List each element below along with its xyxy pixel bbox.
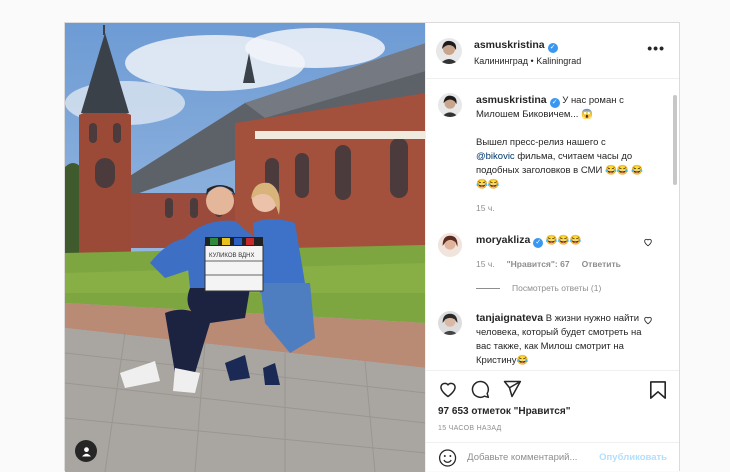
author-avatar[interactable] <box>436 37 462 64</box>
more-icon[interactable]: ••• <box>647 41 665 55</box>
caption-emoji-2: 😂😂 <box>604 165 629 176</box>
user-tag-button[interactable] <box>75 440 97 462</box>
header-names: asmuskristina ✓ Калининград • Kaliningrad <box>474 35 581 66</box>
instagram-post: КУЛИКОВ ВДНХ asmuskristina ✓ Калининград… <box>64 22 680 472</box>
share-icon[interactable] <box>502 379 522 399</box>
comment-time[interactable]: 15 ч. <box>476 257 495 271</box>
scrollbar[interactable] <box>673 95 677 185</box>
caption-time[interactable]: 15 ч. <box>476 201 495 215</box>
mention-link[interactable]: @bikovic <box>476 151 515 162</box>
publish-button[interactable]: Опубликовать <box>599 452 667 463</box>
comments-panel[interactable]: asmuskristina ✓ У нас роман с Милошем Бик… <box>426 79 679 370</box>
comment-avatar[interactable] <box>438 233 462 257</box>
caption-emoji-1: 😱 <box>581 109 593 120</box>
comment-username[interactable]: moryakliza <box>476 234 530 246</box>
author-username[interactable]: asmuskristina <box>474 39 545 51</box>
likes-count[interactable]: 97 653 отметок "Нравится" <box>426 406 679 417</box>
post-sidebar: asmuskristina ✓ Калининград • Kaliningrad… <box>425 23 679 472</box>
comment-avatar[interactable] <box>438 311 462 335</box>
comment-body: tanjaignateva В жизни нужно найти челове… <box>476 311 646 368</box>
comment-text: 😂😂😂 <box>545 235 582 246</box>
comment-item: moryakliza ✓ 😂😂😂 15 ч. "Нравится": 67 Отв… <box>438 233 665 271</box>
caption-body: asmuskristina ✓ У нас роман с Милошем Бик… <box>476 93 646 215</box>
comment-meta: 15 ч. "Нравится": 67 Ответить <box>476 257 646 271</box>
comment-username[interactable]: tanjaignateva <box>476 312 543 324</box>
caption: asmuskristina ✓ У нас роман с Милошем Бик… <box>438 93 665 215</box>
reply-button[interactable]: Ответить <box>582 257 621 271</box>
bookmark-icon[interactable] <box>649 380 667 400</box>
post-header: asmuskristina ✓ Калининград • Kaliningrad… <box>426 23 679 79</box>
user-tag-icon <box>81 446 91 457</box>
caption-meta: 15 ч. <box>476 201 646 215</box>
verified-icon: ✓ <box>549 98 560 108</box>
location-link[interactable]: Калининград • Kaliningrad <box>474 56 581 66</box>
comment-like-icon[interactable] <box>643 315 653 325</box>
comment-item: tanjaignateva В жизни нужно найти челове… <box>438 311 665 368</box>
verified-icon: ✓ <box>547 43 558 53</box>
comment-body: moryakliza ✓ 😂😂😂 15 ч. "Нравится": 67 Отв… <box>476 233 646 271</box>
clapperboard: КУЛИКОВ ВДНХ <box>204 237 264 292</box>
view-replies-button[interactable]: Посмотреть ответы (1) <box>476 283 665 293</box>
action-bar <box>426 370 679 406</box>
heart-icon[interactable] <box>438 379 458 399</box>
caption-text-2: Вышел пресс-релиз нашего с <box>476 137 606 148</box>
caption-username[interactable]: asmuskristina <box>476 94 547 106</box>
comment-input[interactable] <box>467 452 600 463</box>
comment-likes[interactable]: "Нравится": 67 <box>507 257 570 271</box>
emoji-icon[interactable] <box>438 448 457 468</box>
comment-icon[interactable] <box>470 379 490 399</box>
verified-icon: ✓ <box>533 238 544 248</box>
post-image: КУЛИКОВ ВДНХ <box>65 23 425 472</box>
caption-avatar[interactable] <box>438 93 462 117</box>
post-photo[interactable]: КУЛИКОВ ВДНХ <box>65 23 425 472</box>
svg-text:КУЛИКОВ ВДНХ: КУЛИКОВ ВДНХ <box>209 253 254 259</box>
comment-like-icon[interactable] <box>643 237 653 247</box>
post-timestamp[interactable]: 15 ЧАСОВ НАЗАД <box>426 417 679 432</box>
comment-composer: Опубликовать <box>426 442 679 472</box>
